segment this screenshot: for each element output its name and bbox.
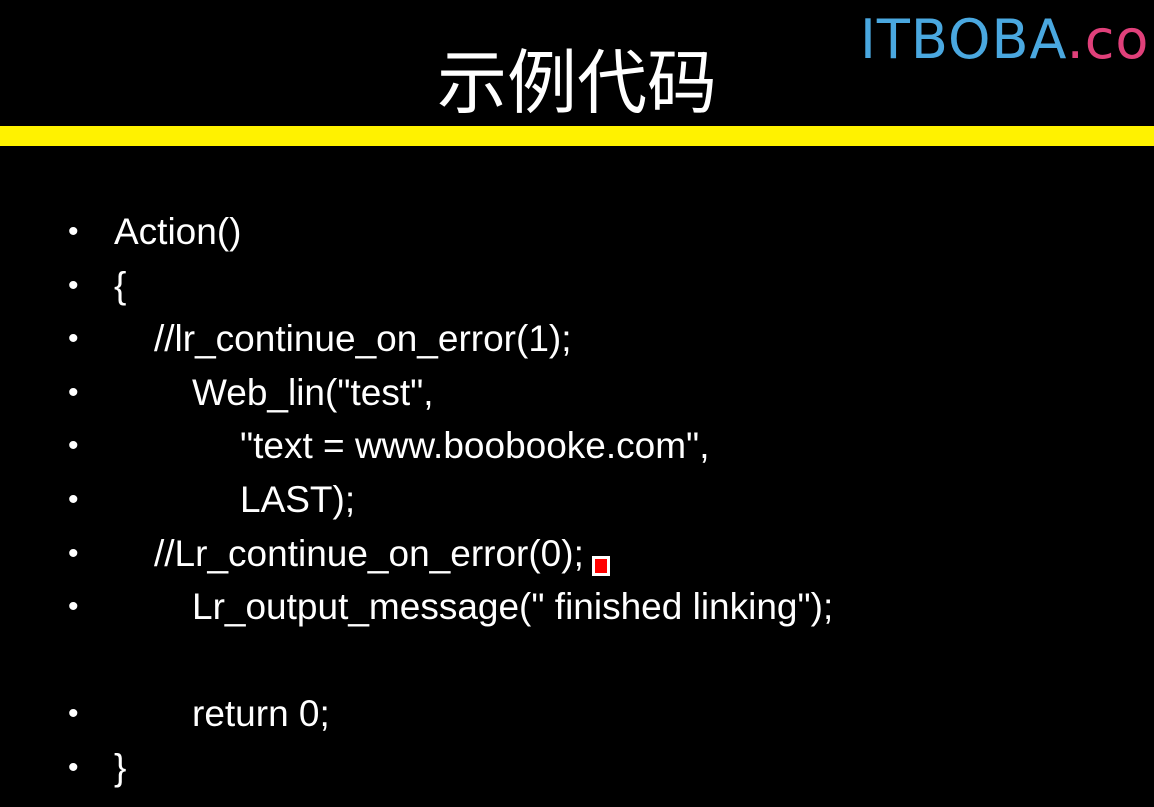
code-line-action: • Action() — [0, 205, 1154, 259]
bullet-icon: • — [68, 750, 79, 784]
slide-title: 示例代码 — [437, 42, 717, 124]
title-divider — [0, 126, 1154, 146]
code-line-text-arg: • "text = www.boobooke.com", — [0, 419, 1154, 473]
code-line-text: Lr_output_message(" finished linking"); — [192, 586, 834, 628]
bullet-icon: • — [68, 215, 79, 248]
bullet-icon: • — [68, 590, 79, 624]
code-line-text: LAST); — [240, 478, 356, 520]
code-line-continue-on-error-0: • //Lr_continue_on_error(0); — [0, 527, 1154, 581]
code-line-text: //lr_continue_on_error(1); — [154, 318, 572, 360]
presentation-slide: ITBOBA.co 示例代码 • Action() • { • //lr_con… — [0, 0, 1154, 807]
code-line-open-brace: • { — [0, 259, 1154, 313]
code-line-text: } — [114, 746, 127, 788]
bullet-icon: • — [68, 268, 79, 302]
code-line-return: • return 0; — [0, 687, 1154, 741]
bullet-icon: • — [68, 375, 79, 409]
code-line-text: { — [114, 264, 127, 306]
blank-line — [0, 634, 1154, 688]
code-line-text: //Lr_continue_on_error(0); — [154, 532, 584, 574]
bullet-icon: • — [68, 429, 79, 463]
code-line-text: "text = www.boobooke.com", — [240, 425, 710, 467]
pointer-cursor-icon — [592, 556, 610, 576]
bullet-icon: • — [68, 322, 79, 356]
code-line-text: return 0; — [192, 693, 330, 735]
code-line-last: • LAST); — [0, 473, 1154, 527]
bullet-icon: • — [68, 697, 79, 731]
code-bullet-list: • Action() • { • //lr_continue_on_error(… — [0, 205, 1154, 795]
code-line-close-brace: • } — [0, 741, 1154, 795]
code-line-web-link: • Web_lin("test", — [0, 366, 1154, 420]
bullet-icon: • — [68, 536, 79, 570]
code-line-text: Action() — [114, 211, 242, 252]
code-line-continue-on-error-1: • //lr_continue_on_error(1); — [0, 312, 1154, 366]
code-line-text: Web_lin("test", — [192, 371, 434, 413]
bullet-icon: • — [68, 482, 79, 516]
code-line-output-message: • Lr_output_message(" finished linking")… — [0, 580, 1154, 634]
